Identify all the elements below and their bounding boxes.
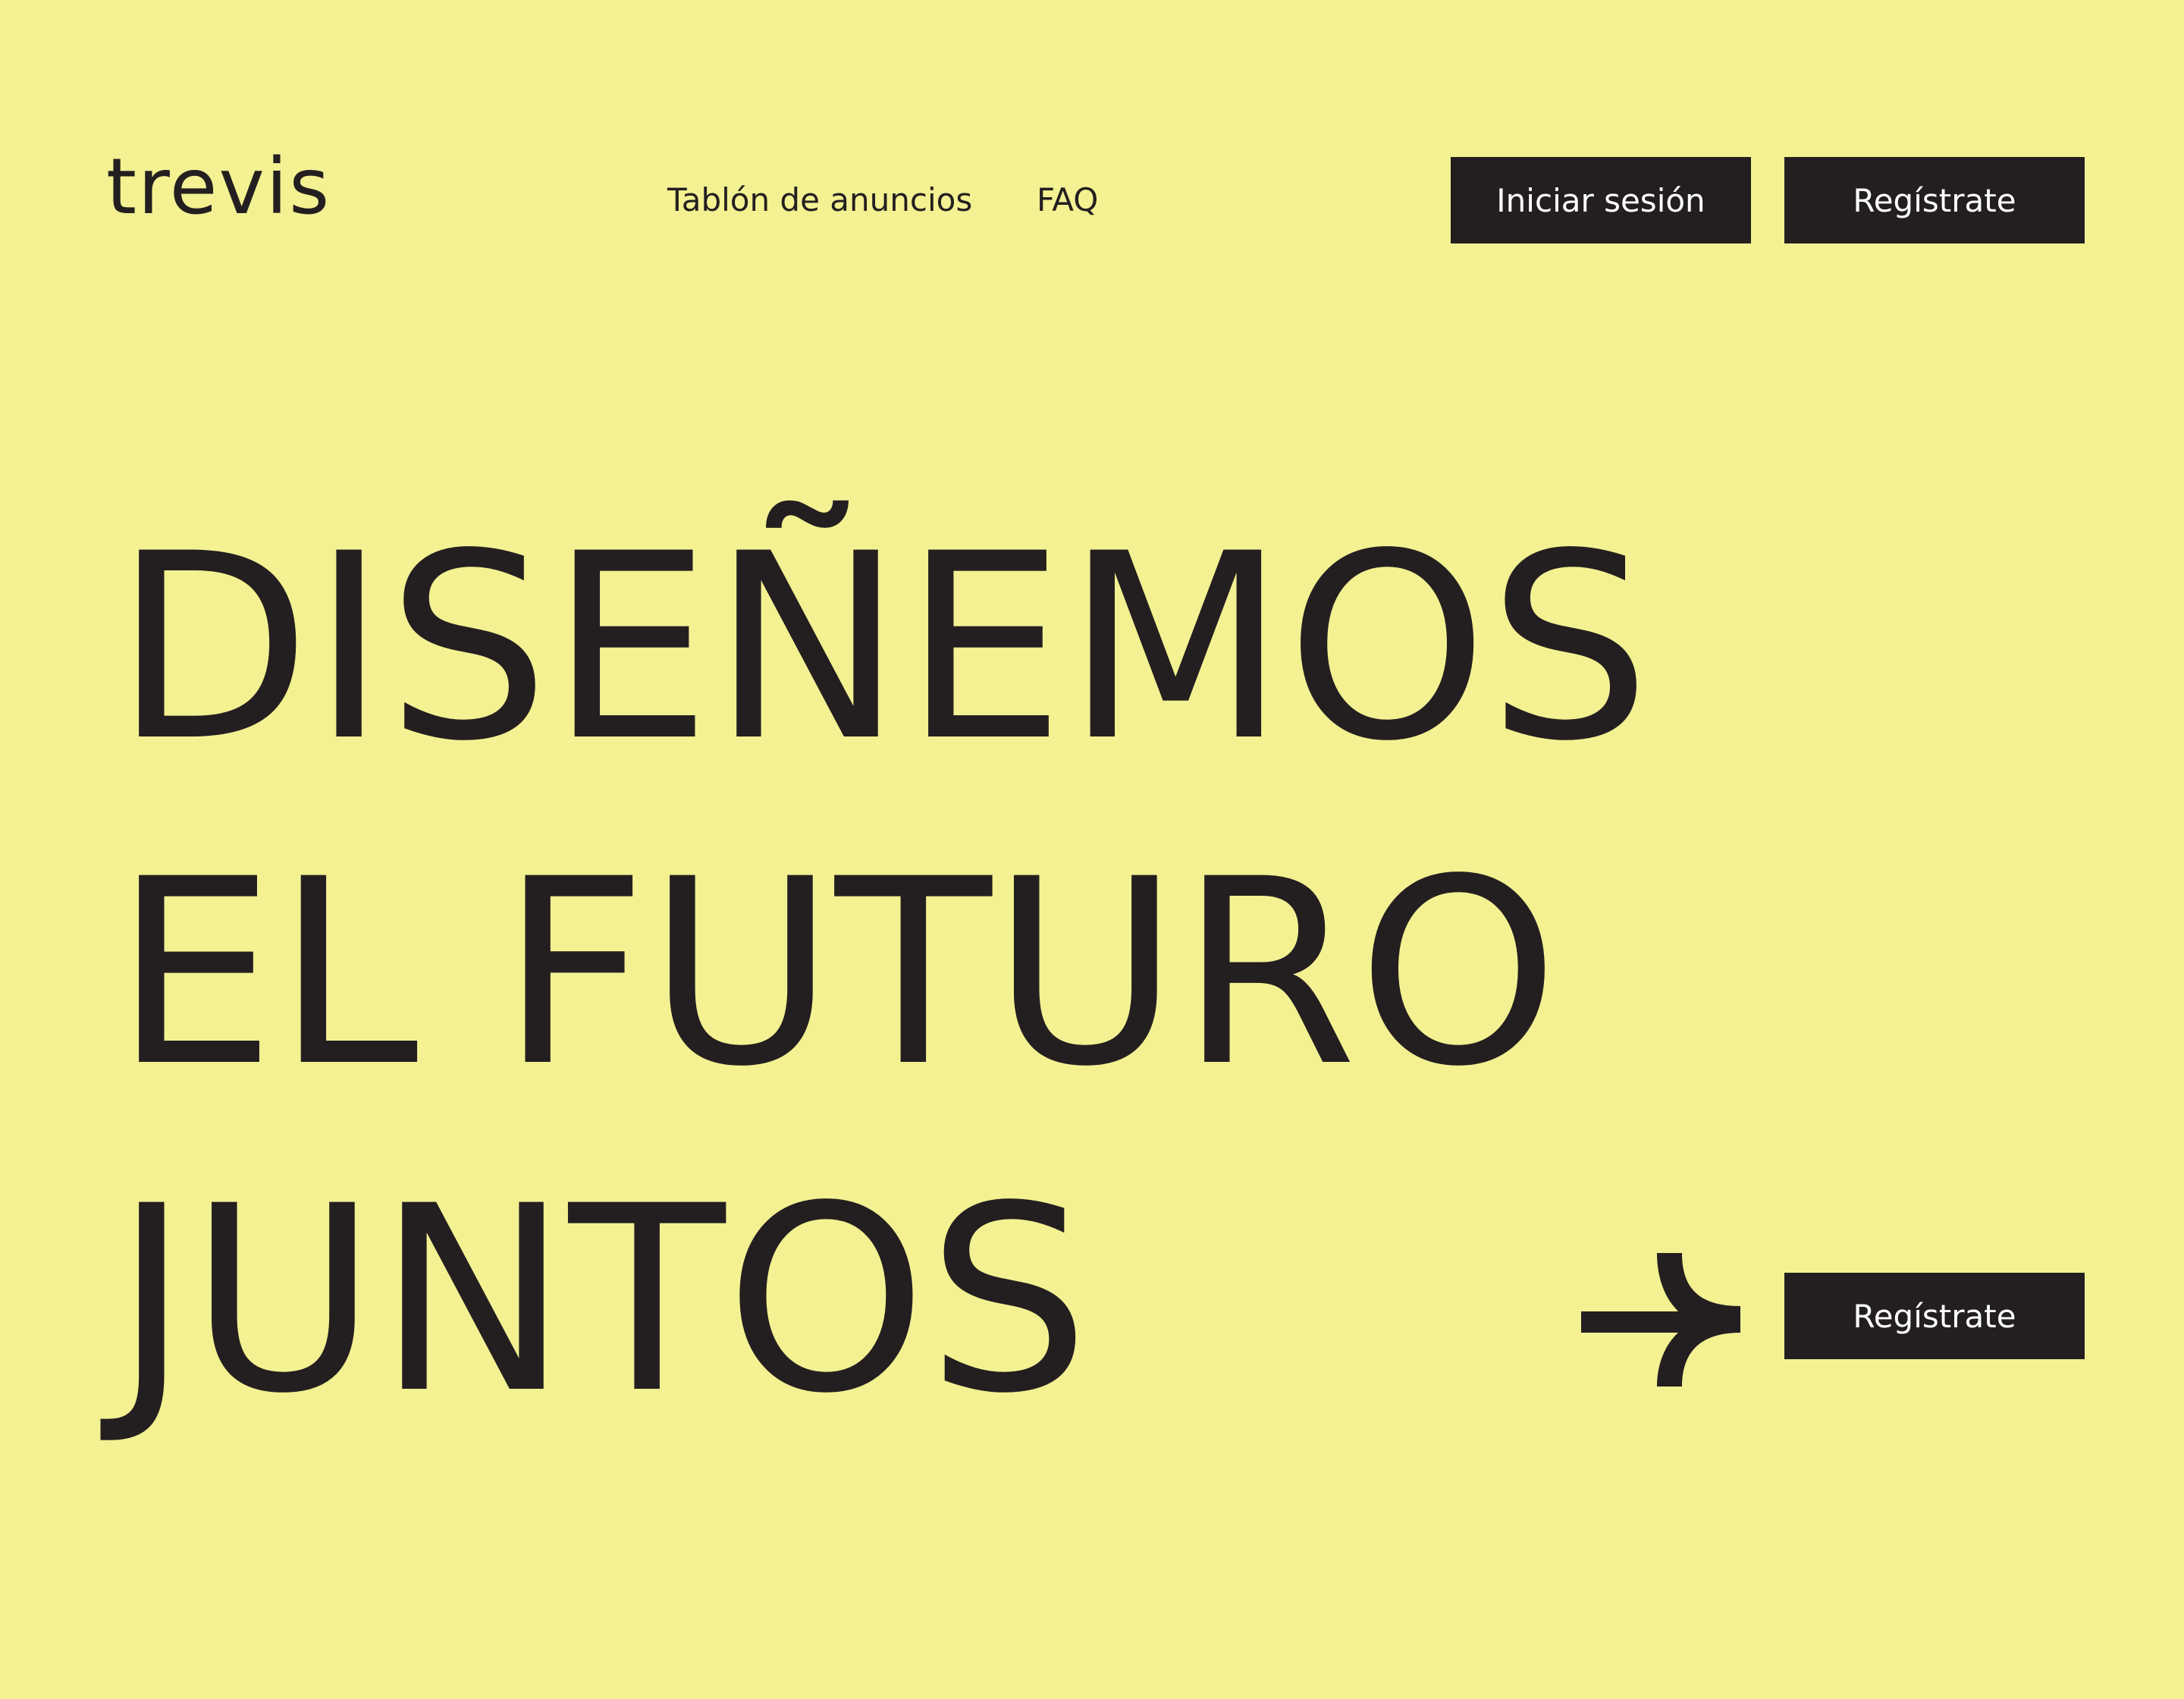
arrow-right-icon: [1581, 1253, 1740, 1387]
register-button-header[interactable]: Regístrate: [1784, 157, 2085, 243]
trevis-logo[interactable]: trevis: [106, 149, 331, 226]
login-button[interactable]: Iniciar sesión: [1451, 157, 1751, 243]
nav-link-faq[interactable]: FAQ: [1037, 177, 1098, 223]
register-button-hero[interactable]: Regístrate: [1784, 1273, 2085, 1359]
hero-headline-line-3: JUNTOS: [114, 1151, 1090, 1449]
nav-link-tablon-de-anuncios[interactable]: Tablón de anuncios: [667, 177, 972, 223]
hero-headline-line-1: DISEÑEMOS: [114, 498, 1651, 797]
hero-headline-line-2: EL FUTURO: [114, 824, 1559, 1123]
